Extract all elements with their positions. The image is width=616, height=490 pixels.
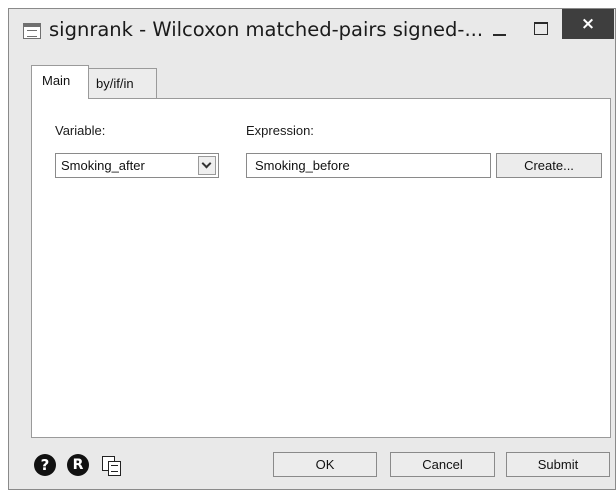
- variable-label: Variable:: [55, 123, 106, 138]
- dialog-window: signrank - Wilcoxon matched-pairs signed…: [8, 8, 616, 490]
- tab-main-label: Main: [42, 73, 71, 88]
- maximize-button[interactable]: [528, 17, 554, 43]
- create-button[interactable]: Create...: [496, 153, 602, 178]
- chevron-down-icon[interactable]: [198, 156, 216, 175]
- variable-value: Smoking_after: [61, 158, 145, 173]
- submit-button[interactable]: Submit: [506, 452, 610, 477]
- title-bar[interactable]: signrank - Wilcoxon matched-pairs signed…: [9, 9, 615, 55]
- window-title: signrank - Wilcoxon matched-pairs signed…: [49, 18, 484, 41]
- ok-button[interactable]: OK: [273, 452, 377, 477]
- tab-by-if-in-label: by/if/in: [96, 76, 134, 91]
- expression-input[interactable]: Smoking_before: [246, 153, 491, 178]
- cancel-button[interactable]: Cancel: [390, 452, 495, 477]
- copy-icon-front-page: [108, 461, 121, 476]
- close-button[interactable]: ×: [562, 9, 614, 39]
- dialog-window-icon[interactable]: [23, 23, 41, 39]
- tab-by-if-in[interactable]: by/if/in: [89, 68, 157, 98]
- copy-command-icon[interactable]: [101, 455, 121, 476]
- reset-icon[interactable]: R: [67, 454, 89, 476]
- tab-main[interactable]: Main: [31, 65, 89, 99]
- help-icon[interactable]: ?: [34, 454, 56, 476]
- variable-combobox[interactable]: Smoking_after: [55, 153, 219, 178]
- main-tab-panel: Variable: Expression: Smoking_after Smok…: [31, 98, 611, 438]
- minimize-button[interactable]: [487, 17, 513, 43]
- expression-value: Smoking_before: [255, 158, 350, 173]
- expression-label: Expression:: [246, 123, 314, 138]
